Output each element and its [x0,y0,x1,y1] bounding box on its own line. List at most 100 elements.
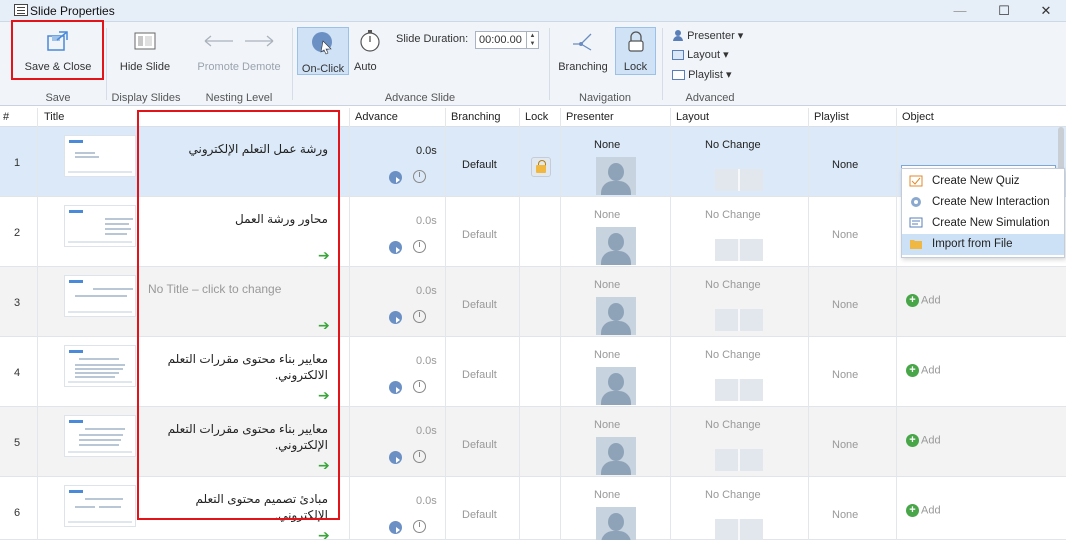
mouse-click-icon[interactable] [389,171,402,184]
slide-thumbnail[interactable] [64,205,136,247]
timer-icon[interactable] [413,240,426,253]
mouse-click-icon[interactable] [389,381,402,394]
layout-value[interactable]: No Change [705,209,761,221]
presenter-value[interactable]: None [594,349,620,361]
advance-time[interactable]: 0.0s [416,215,437,227]
playlist-value[interactable]: None [832,159,858,171]
presenter-value[interactable]: None [594,139,620,151]
create-new-simulation-item[interactable]: Create New Simulation [902,213,1064,234]
padlock-icon[interactable] [531,157,551,177]
layout-preview[interactable] [715,239,763,261]
playlist-dropdown[interactable]: Playlist ▾ [672,68,731,81]
slide-thumbnail[interactable] [64,485,136,527]
layout-preview[interactable] [715,379,763,401]
timer-icon[interactable] [413,450,426,463]
hide-slide-button[interactable]: Hide Slide [113,28,177,73]
object-add-button[interactable]: +Add [906,364,941,377]
presenter-value[interactable]: None [594,209,620,221]
advance-time[interactable]: 0.0s [416,145,437,157]
presenter-value[interactable]: None [594,419,620,431]
presenter-avatar[interactable] [596,297,636,335]
layout-value[interactable]: No Change [705,349,761,361]
layout-value[interactable]: No Change [705,419,761,431]
slide-duration-input[interactable]: 00:00.00 ▲ ▼ [475,31,539,49]
slide-thumbnail[interactable] [64,415,136,457]
slide-thumbnail[interactable] [64,345,136,387]
col-divider [808,108,809,540]
auto-button[interactable]: Auto [354,28,386,73]
presenter-dropdown[interactable]: Presenter ▾ [672,29,743,42]
ribbon-separator [662,28,663,100]
branching-button[interactable]: Branching [555,28,611,73]
slide-thumbnail[interactable] [64,275,136,317]
col-advance[interactable]: Advance [355,111,398,123]
playlist-value[interactable]: None [832,509,858,521]
object-add-button[interactable]: +Add [906,294,941,307]
layout-preview[interactable] [715,309,763,331]
col-layout[interactable]: Layout [676,111,709,123]
layout-value[interactable]: No Change [705,279,761,291]
slide-thumbnail[interactable] [64,135,136,177]
playlist-value[interactable]: None [832,299,858,311]
col-presenter[interactable]: Presenter [566,111,614,123]
duration-spinner-icon[interactable]: ▲ ▼ [526,32,538,48]
lock-button[interactable]: Lock [615,30,656,73]
row-number: 3 [14,297,21,309]
timer-icon[interactable] [413,170,426,183]
presenter-avatar[interactable] [596,157,636,195]
advance-time[interactable]: 0.0s [416,355,437,367]
presenter-value[interactable]: None [594,279,620,291]
on-click-button[interactable]: On-Click [297,30,349,75]
col-playlist[interactable]: Playlist [814,111,849,123]
branching-value[interactable]: Default [462,369,497,381]
app-icon [14,4,28,16]
advance-time[interactable]: 0.0s [416,495,437,507]
close-button[interactable]: ✕ [1026,1,1066,21]
layout-preview[interactable] [715,449,763,471]
col-title[interactable]: Title [44,111,64,123]
import-from-file-item[interactable]: Import from File [902,234,1064,255]
window-title: Slide Properties [30,4,115,18]
layout-preview[interactable] [715,169,763,191]
col-object[interactable]: Object [902,111,934,123]
col-branching[interactable]: Branching [451,111,501,123]
layout-value[interactable]: No Change [705,139,761,151]
mouse-click-icon[interactable] [389,521,402,534]
branching-value[interactable]: Default [462,159,497,171]
layout-preview[interactable] [715,519,763,540]
layout-value[interactable]: No Change [705,489,761,501]
presenter-avatar[interactable] [596,507,636,540]
presenter-value[interactable]: None [594,489,620,501]
timer-icon[interactable] [413,380,426,393]
group-display-slides-label: Display Slides [111,92,181,104]
branching-value[interactable]: Default [462,229,497,241]
branching-value[interactable]: Default [462,299,497,311]
col-lock[interactable]: Lock [525,111,548,123]
col-number[interactable]: # [3,111,9,123]
advance-time[interactable]: 0.0s [416,425,437,437]
object-add-button[interactable]: +Add [906,434,941,447]
promote-demote-button[interactable]: Promote Demote [191,28,287,73]
maximize-button[interactable]: ☐ [984,1,1024,21]
branching-value[interactable]: Default [462,439,497,451]
layout-dropdown[interactable]: Layout ▾ [672,48,729,61]
minimize-button[interactable]: — [940,1,980,21]
timer-icon[interactable] [413,310,426,323]
mouse-click-icon[interactable] [389,241,402,254]
plus-icon: + [906,364,919,377]
playlist-value[interactable]: None [832,229,858,241]
advance-time[interactable]: 0.0s [416,285,437,297]
presenter-avatar[interactable] [596,437,636,475]
plus-icon: + [906,504,919,517]
mouse-click-icon[interactable] [389,311,402,324]
branching-value[interactable]: Default [462,509,497,521]
playlist-value[interactable]: None [832,369,858,381]
object-add-button[interactable]: +Add [906,504,941,517]
create-new-quiz-item[interactable]: Create New Quiz [902,171,1064,192]
presenter-avatar[interactable] [596,367,636,405]
timer-icon[interactable] [413,520,426,533]
create-new-interaction-item[interactable]: Create New Interaction [902,192,1064,213]
playlist-value[interactable]: None [832,439,858,451]
mouse-click-icon[interactable] [389,451,402,464]
presenter-avatar[interactable] [596,227,636,265]
